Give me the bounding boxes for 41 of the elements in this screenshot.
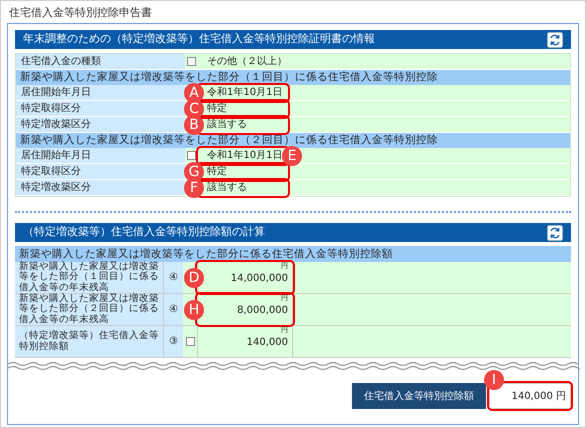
amount-value: 14,000,000 <box>230 272 288 286</box>
callout-marker: F <box>184 178 204 198</box>
checkbox[interactable] <box>187 57 196 66</box>
line-number: ④ <box>169 271 178 285</box>
field-value: 令和1年10月1日 <box>207 86 282 98</box>
section-title: （特定増改築等）住宅借入金等特別控除額の計算 <box>23 224 265 240</box>
group-header: 新築や購入した家屋又は増改築等をした部分（１回目）に係る住宅借入金等特別控除 <box>16 70 570 85</box>
field-label: 特定取得区分 <box>16 101 185 116</box>
group-header: 新築や購入した家屋又は増改築等をした部分に係る住宅借入金等特別控除額 <box>15 246 571 262</box>
field-label: 特定増改築区分 <box>16 117 185 132</box>
field-value: 特定 <box>207 102 227 114</box>
refresh-icon[interactable] <box>547 32 563 48</box>
field-label: 居住開始年月日 <box>16 148 185 163</box>
amount-value: 8,000,000 <box>237 304 288 318</box>
callout-marker: E <box>282 146 302 166</box>
checkbox[interactable] <box>186 337 194 346</box>
field-label: 新築や購入した家屋又は増改築等をした部分（１回目）に係る借入金等の年末残高 <box>15 262 163 293</box>
line-number: ④ <box>169 303 178 317</box>
group-header: 新築や購入した家屋又は増改築等をした部分（２回目）に係る住宅借入金等特別控除 <box>16 133 570 148</box>
field-label: 特定増改築区分 <box>16 180 185 195</box>
callout-marker: I <box>484 370 504 390</box>
section-title: 年末調整のための（特定増改築等）住宅借入金等特別控除証明書の情報 <box>23 31 375 48</box>
field-label: 新築や購入した家屋又は増改築等をした部分（２回目）に係る借入金等の年末残高 <box>15 294 163 325</box>
field-value: その他（２以上） <box>207 56 287 68</box>
page-title: 住宅借入金等特別控除申告書 <box>8 5 153 21</box>
checkbox[interactable] <box>187 151 196 160</box>
field-label: 特定取得区分 <box>16 164 185 179</box>
amount-value: 140,000 <box>246 336 288 350</box>
total-value: 140,000 円 <box>511 390 566 404</box>
line-number: ③ <box>169 335 178 349</box>
field-label: 居住開始年月日 <box>16 85 185 100</box>
refresh-icon[interactable] <box>547 224 563 240</box>
field-value: 該当する <box>207 182 247 194</box>
field-label: 住宅借入金の種類 <box>16 54 185 69</box>
callout-marker: D <box>184 268 204 288</box>
total-label: 住宅借入金等特別控除額 <box>352 383 486 409</box>
field-label: （特定増改築等）住宅借入金等特別控除額 <box>15 326 163 357</box>
field-value: 該当する <box>207 118 247 130</box>
field-value: 令和1年10月1日 <box>207 150 282 162</box>
callout-marker: H <box>184 300 204 320</box>
field-value: 特定 <box>207 166 227 178</box>
